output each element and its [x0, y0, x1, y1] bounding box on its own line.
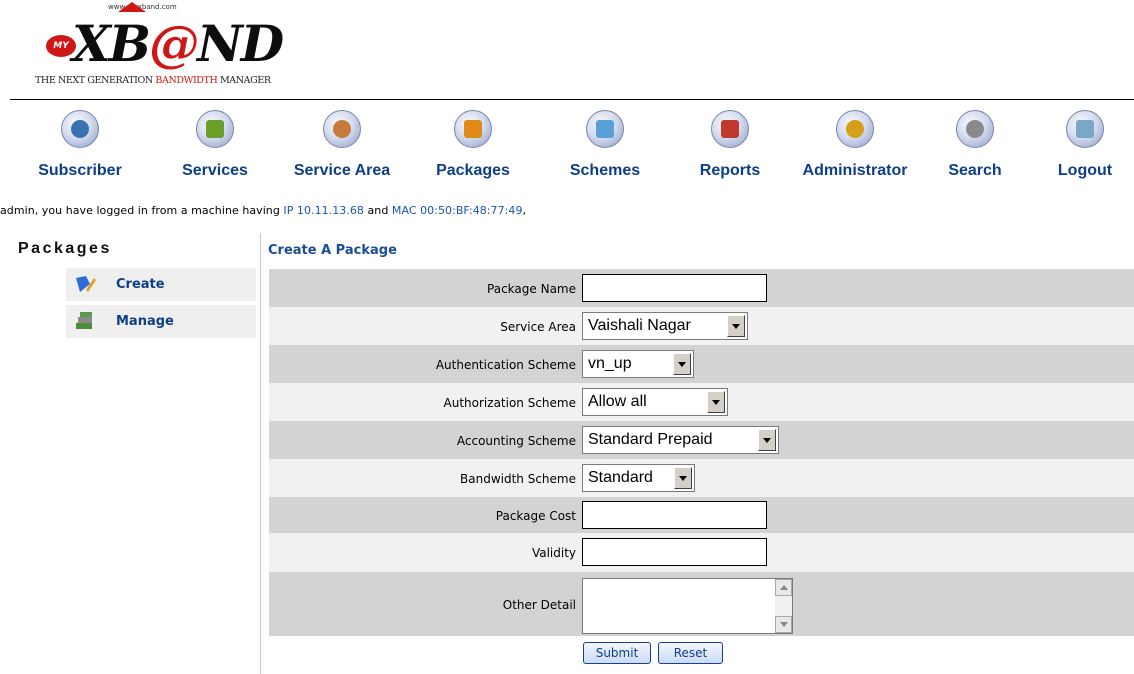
nav-label: Search	[948, 162, 1002, 179]
mac-address: MAC 00:50:BF:48:77:49	[391, 204, 523, 217]
scroll-up-icon[interactable]	[775, 579, 792, 596]
other-detail-textarea[interactable]	[582, 578, 793, 634]
authentication-scheme-label: Authentication Scheme	[435, 358, 576, 372]
logo: www.myxband.com MY XB@ND THE NEXT GENERA…	[30, 0, 290, 96]
sidebar-item-label: Manage	[116, 314, 174, 329]
chevron-down-icon	[707, 391, 725, 413]
main-nav: Subscriber Services Service Area Package…	[0, 104, 1134, 184]
accounting-scheme-label: Accounting Scheme	[456, 434, 576, 448]
authentication-scheme-select[interactable]: vn_up	[582, 350, 694, 378]
package-cost-input[interactable]	[582, 501, 767, 529]
logout-icon	[1066, 110, 1104, 148]
service-area-label: Service Area	[500, 320, 576, 334]
sidebar-item-create[interactable]: Create	[66, 268, 256, 301]
nav-label: Subscriber	[38, 162, 122, 179]
scroll-down-icon[interactable]	[775, 616, 792, 633]
sidebar-item-manage[interactable]: Manage	[66, 305, 256, 338]
content-divider	[260, 233, 261, 674]
tagline-part: THE NEXT GENERATION	[35, 75, 156, 86]
logo-wordmark: XB@ND	[72, 14, 284, 74]
manage-icon	[76, 312, 92, 329]
logo-mark-at: @	[149, 14, 199, 73]
accounting-scheme-select[interactable]: Standard Prepaid	[582, 426, 779, 454]
nav-services[interactable]: Services	[165, 104, 265, 184]
ip-address: IP 10.11.13.68	[283, 204, 364, 217]
reset-button[interactable]: Reset	[658, 642, 723, 664]
validity-label: Validity	[531, 546, 576, 560]
tagline-part: MANAGER	[217, 75, 271, 86]
nav-administrator[interactable]: Administrator	[795, 104, 915, 184]
nav-logout[interactable]: Logout	[1040, 104, 1130, 184]
login-info: admin, you have logged in from a machine…	[0, 204, 526, 217]
logo-tagline: THE NEXT GENERATION BANDWIDTH MANAGER	[35, 75, 271, 86]
nav-label: Services	[182, 162, 248, 179]
create-icon	[76, 276, 96, 292]
submit-button[interactable]: Submit	[583, 642, 651, 664]
row-authentication-scheme: Authentication Scheme	[269, 345, 1134, 383]
chevron-down-icon	[673, 353, 691, 375]
sidebar-title: Packages	[18, 240, 112, 257]
authorization-scheme-value: Allow all	[588, 393, 647, 410]
administrator-icon	[836, 110, 874, 148]
nav-service-area[interactable]: Service Area	[282, 104, 402, 184]
bandwidth-scheme-select[interactable]: Standard	[582, 464, 695, 492]
sidebar-item-label: Create	[116, 277, 165, 292]
accounting-scheme-value: Standard Prepaid	[588, 431, 713, 448]
nav-label: Administrator	[802, 162, 908, 179]
textarea-scrollbar[interactable]	[775, 579, 792, 633]
nav-reports[interactable]: Reports	[680, 104, 780, 184]
nav-packages[interactable]: Packages	[423, 104, 523, 184]
nav-label: Logout	[1057, 162, 1113, 179]
bandwidth-scheme-label: Bandwidth Scheme	[460, 472, 576, 486]
package-cost-label: Package Cost	[495, 509, 576, 523]
service-area-select[interactable]: Vaishali Nagar	[582, 312, 748, 340]
info-suffix: ,	[522, 204, 527, 217]
chevron-down-icon	[727, 315, 745, 337]
info-and: and	[363, 204, 392, 217]
package-name-input[interactable]	[582, 274, 767, 302]
nav-label: Schemes	[569, 162, 641, 179]
chevron-down-icon	[674, 467, 692, 489]
authorization-scheme-label: Authorization Scheme	[443, 396, 576, 410]
logo-mark-left: XB	[72, 14, 151, 73]
services-icon	[196, 110, 234, 148]
other-detail-label: Other Detail	[502, 598, 576, 612]
validity-input[interactable]	[582, 538, 767, 566]
nav-label: Reports	[699, 162, 761, 179]
row-bandwidth-scheme: Bandwidth Scheme	[269, 459, 1134, 497]
service-area-icon	[323, 110, 361, 148]
nav-label: Packages	[436, 162, 510, 179]
authentication-scheme-value: vn_up	[588, 355, 632, 372]
packages-icon	[454, 110, 492, 148]
authorization-scheme-select[interactable]: Allow all	[582, 388, 728, 416]
form-title: Create A Package	[268, 243, 397, 258]
tagline-highlight: BANDWIDTH	[155, 75, 218, 86]
nav-search[interactable]: Search	[925, 104, 1025, 184]
schemes-icon	[586, 110, 624, 148]
search-icon	[956, 110, 994, 148]
nav-subscriber[interactable]: Subscriber	[30, 104, 130, 184]
reports-icon	[711, 110, 749, 148]
nav-label: Service Area	[293, 162, 391, 179]
logo-roof-icon	[118, 2, 146, 12]
header-divider	[10, 99, 1134, 100]
info-prefix: admin, you have logged in from a machine…	[0, 204, 284, 217]
logo-mark-right: ND	[197, 14, 284, 73]
subscriber-icon	[61, 110, 99, 148]
bandwidth-scheme-value: Standard	[588, 469, 653, 486]
package-name-label: Package Name	[487, 282, 576, 296]
chevron-down-icon	[758, 429, 776, 451]
nav-schemes[interactable]: Schemes	[555, 104, 655, 184]
service-area-value: Vaishali Nagar	[588, 317, 691, 334]
